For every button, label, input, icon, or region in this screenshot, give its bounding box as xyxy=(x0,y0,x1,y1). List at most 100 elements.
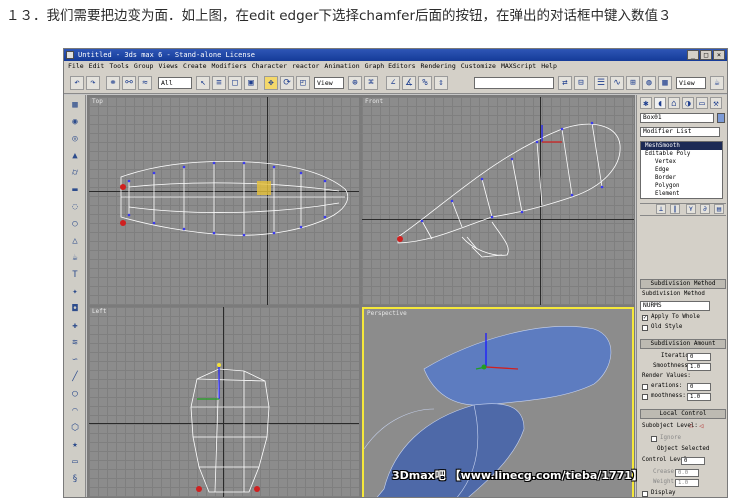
percent-snap-icon[interactable]: % xyxy=(418,76,432,90)
create-helix-icon[interactable]: § xyxy=(68,473,82,486)
menu-edit[interactable]: Edit xyxy=(89,61,105,72)
stack-item-element[interactable]: Element xyxy=(641,190,722,198)
utilities-tab-icon[interactable]: ⚒ xyxy=(710,97,722,109)
create-cone-icon[interactable]: ▲ xyxy=(68,150,82,163)
select-scale-icon[interactable]: ◰ xyxy=(296,76,310,90)
create-pyramid-icon[interactable]: △ xyxy=(68,235,82,248)
curve-editor-icon[interactable]: ∿ xyxy=(610,76,624,90)
selection-filter-dropdown[interactable]: All xyxy=(158,77,192,89)
apply-to-whole-checkbox[interactable]: ✓ xyxy=(642,315,648,321)
create-text-icon[interactable]: T xyxy=(68,269,82,282)
viewport-left[interactable]: Left xyxy=(89,307,359,497)
configure-sets-icon[interactable]: ▤ xyxy=(714,204,724,214)
spinner-snap-icon[interactable]: ⇕ xyxy=(434,76,448,90)
quick-render-icon[interactable]: ☕ xyxy=(710,76,724,90)
reference-coordinate-dropdown[interactable]: View xyxy=(314,77,344,89)
menu-maxscript[interactable]: MAXScript xyxy=(501,61,536,72)
object-name-field[interactable]: Box01 xyxy=(640,113,714,123)
render-smoothness-checkbox[interactable] xyxy=(642,394,648,400)
menu-character[interactable]: Character xyxy=(252,61,287,72)
layer-manager-icon[interactable]: ☰ xyxy=(594,76,608,90)
modify-tab-icon[interactable]: ◖ xyxy=(654,97,666,109)
redo-icon[interactable]: ↷ xyxy=(86,76,100,90)
create-cylinder-icon[interactable]: ⌭ xyxy=(68,167,82,180)
select-object-icon[interactable]: ↖ xyxy=(196,76,210,90)
display-control-mesh-checkbox[interactable] xyxy=(642,491,648,497)
motion-tab-icon[interactable]: ◑ xyxy=(682,97,694,109)
viewport-top[interactable]: Top xyxy=(89,97,359,305)
create-camera-icon[interactable]: ◘ xyxy=(68,303,82,316)
old-style-checkbox[interactable] xyxy=(642,325,648,331)
select-by-name-icon[interactable]: ≡ xyxy=(212,76,226,90)
stack-item-vertex[interactable]: Vertex xyxy=(641,158,722,166)
rollout-subdivision-amount[interactable]: Subdivision Amount xyxy=(640,339,726,349)
iterations-spinner[interactable]: 0 xyxy=(687,353,711,361)
menu-views[interactable]: Views xyxy=(158,61,178,72)
stack-item-polygon[interactable]: Polygon xyxy=(641,182,722,190)
unlink-icon[interactable]: ⚯ xyxy=(122,76,136,90)
menu-animation[interactable]: Animation xyxy=(324,61,359,72)
create-arc-icon[interactable]: ◠ xyxy=(68,405,82,418)
weight-spinner[interactable]: 1.0 xyxy=(675,479,699,487)
render-iterations-checkbox[interactable] xyxy=(642,384,648,390)
create-rectangle-icon[interactable]: ▭ xyxy=(68,456,82,469)
undo-icon[interactable]: ↶ xyxy=(70,76,84,90)
close-button[interactable]: × xyxy=(713,50,725,60)
ignore-backfacing-checkbox[interactable] xyxy=(651,436,657,442)
menu-help[interactable]: Help xyxy=(541,61,557,72)
create-box-icon[interactable]: ▦ xyxy=(68,99,82,112)
create-geosphere-icon[interactable]: ◎ xyxy=(68,133,82,146)
render-scene-icon[interactable]: ▦ xyxy=(658,76,672,90)
create-torus-icon[interactable]: ○ xyxy=(68,218,82,231)
menu-create[interactable]: Create xyxy=(183,61,206,72)
menu-group[interactable]: Group xyxy=(134,61,154,72)
menu-graph-editors[interactable]: Graph Editors xyxy=(365,61,416,72)
snap-toggle-icon[interactable]: ∠ xyxy=(386,76,400,90)
menu-file[interactable]: File xyxy=(68,61,84,72)
stack-item-editable-poly[interactable]: Editable Poly xyxy=(641,150,722,158)
create-tube-icon[interactable]: ◌ xyxy=(68,201,82,214)
menu-reactor[interactable]: reactor xyxy=(292,61,319,72)
create-tab-icon[interactable]: ✱ xyxy=(640,97,652,109)
pivot-center-icon[interactable]: ⊕ xyxy=(348,76,362,90)
object-color-swatch[interactable] xyxy=(717,113,725,123)
stack-item-border[interactable]: Border xyxy=(641,174,722,182)
material-editor-icon[interactable]: ◍ xyxy=(642,76,656,90)
select-move-icon[interactable]: ✥ xyxy=(264,76,278,90)
create-plane-icon[interactable]: ▬ xyxy=(68,184,82,197)
window-crossing-icon[interactable]: ▣ xyxy=(244,76,258,90)
mirror-icon[interactable]: ⇄ xyxy=(558,76,572,90)
render-iterations-spinner[interactable]: 0 xyxy=(687,383,711,391)
show-end-result-icon[interactable]: ∥ xyxy=(670,204,680,214)
subdivision-method-dropdown[interactable]: NURMS xyxy=(640,301,710,311)
remove-modifier-icon[interactable]: ∂ xyxy=(700,204,710,214)
rect-region-icon[interactable]: □ xyxy=(228,76,242,90)
rollout-local-control[interactable]: Local Control xyxy=(640,409,726,419)
edge-level-icon[interactable]: ◁ xyxy=(699,422,703,430)
hierarchy-tab-icon[interactable]: ⌂ xyxy=(668,97,680,109)
render-view-dropdown[interactable]: View xyxy=(676,77,706,89)
create-star-icon[interactable]: ★ xyxy=(68,439,82,452)
smoothness-spinner[interactable]: 1.0 xyxy=(687,363,711,371)
minimize-button[interactable]: _ xyxy=(687,50,699,60)
menu-customize[interactable]: Customize xyxy=(461,61,496,72)
pin-stack-icon[interactable]: ⊥ xyxy=(656,204,666,214)
display-tab-icon[interactable]: ▭ xyxy=(696,97,708,109)
menu-rendering[interactable]: Rendering xyxy=(421,61,456,72)
align-icon[interactable]: ⊟ xyxy=(574,76,588,90)
create-teapot-icon[interactable]: ☕ xyxy=(68,252,82,265)
create-circle-icon[interactable]: ◯ xyxy=(68,388,82,401)
modifier-list-dropdown[interactable]: Modifier List xyxy=(640,127,720,137)
create-sphere-icon[interactable]: ◉ xyxy=(68,116,82,129)
create-ngon-icon[interactable]: ⬡ xyxy=(68,422,82,435)
angle-snap-icon[interactable]: ∡ xyxy=(402,76,416,90)
bind-spacewarp-icon[interactable]: ≈ xyxy=(138,76,152,90)
select-link-icon[interactable]: ⚭ xyxy=(106,76,120,90)
select-manipulate-icon[interactable]: ⌘ xyxy=(364,76,378,90)
stack-item-meshsmooth[interactable]: MeshSmooth xyxy=(641,142,722,150)
create-light-icon[interactable]: ✦ xyxy=(68,286,82,299)
viewport-front[interactable]: Front xyxy=(362,97,634,305)
select-rotate-icon[interactable]: ⟳ xyxy=(280,76,294,90)
control-level-spinner[interactable]: 0 xyxy=(681,457,705,465)
stack-item-edge[interactable]: Edge xyxy=(641,166,722,174)
